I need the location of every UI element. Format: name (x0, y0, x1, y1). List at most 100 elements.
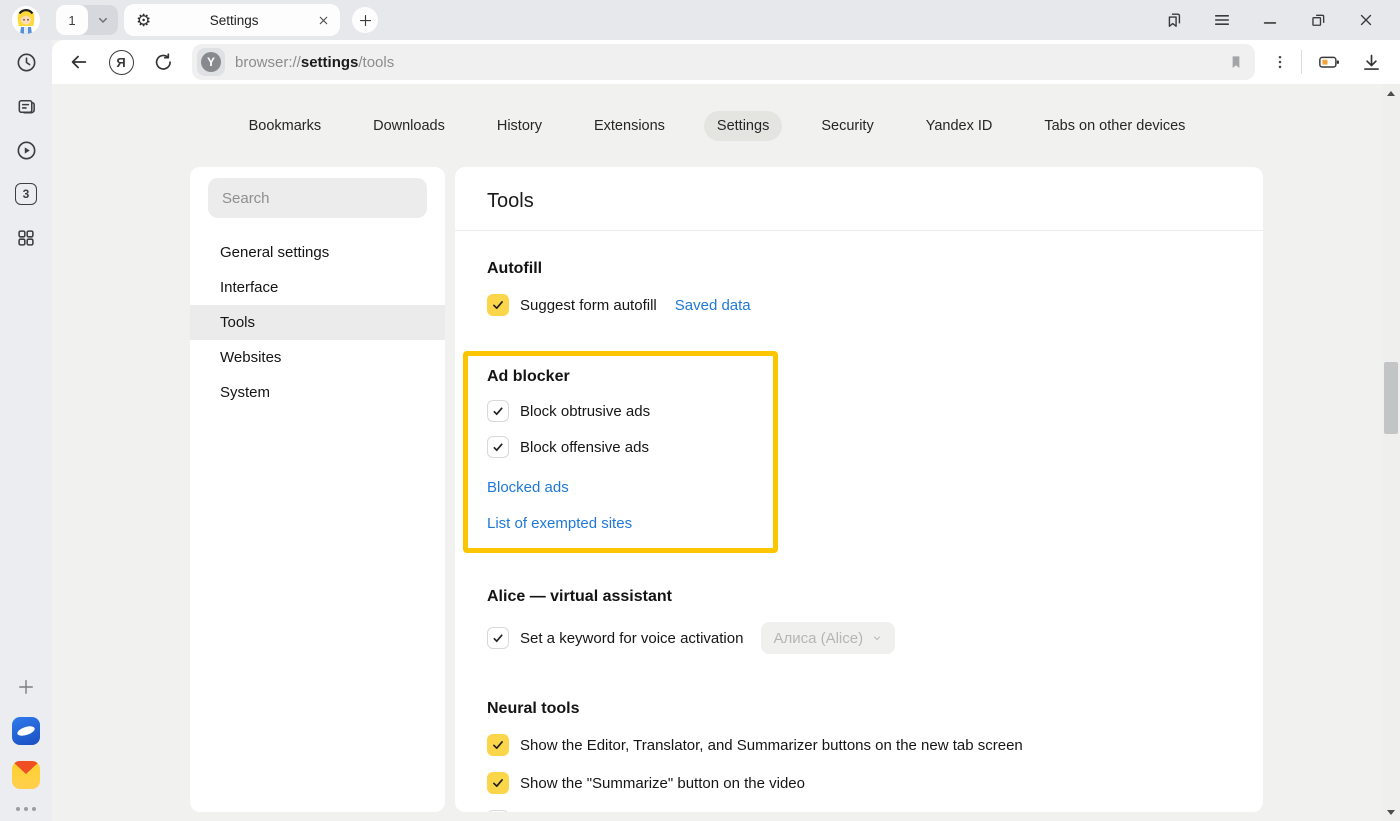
checkbox-label: Block offensive ads (520, 439, 649, 456)
checkbox-label: Suggest form autofill (520, 297, 657, 314)
page-scrollbar[interactable] (1382, 84, 1400, 821)
new-tab-button[interactable] (352, 7, 378, 33)
scroll-up-arrow[interactable] (1382, 86, 1400, 100)
ad-blocker-row: Block obtrusive ads (487, 400, 759, 422)
alice-keyword-dropdown[interactable]: Алиса (Alice) (761, 622, 895, 654)
sidebar-item-system[interactable]: System (190, 375, 445, 410)
sidebar-rail: 3 (0, 40, 52, 821)
restore-icon (1309, 11, 1328, 30)
checkbox-block-obtrusive-ads[interactable] (487, 400, 509, 422)
protect-badge[interactable]: Y (197, 48, 225, 76)
sidebar-item-interface[interactable]: Interface (190, 270, 445, 305)
yandex-ya-icon: Я (109, 50, 134, 75)
browser-toolbar: Я Y browser://settings/tools (52, 40, 1400, 84)
titlebar-controls (1150, 0, 1390, 40)
nav-tab-bookmarks[interactable]: Bookmarks (236, 111, 335, 141)
nav-tab-downloads[interactable]: Downloads (360, 111, 458, 141)
download-icon (1361, 52, 1382, 73)
sidebar-item-tools[interactable]: Tools (190, 305, 445, 340)
ad-blocker-row: Block offensive ads (487, 436, 759, 458)
nav-tab-other-devices[interactable]: Tabs on other devices (1031, 111, 1198, 141)
close-icon (317, 14, 330, 27)
blocked-ads-link[interactable]: Blocked ads (487, 479, 759, 496)
apps-grid-icon (15, 227, 37, 249)
checkbox-show-neural-buttons[interactable] (487, 734, 509, 756)
sidebar-item-websites[interactable]: Websites (190, 340, 445, 375)
check-icon (491, 738, 505, 752)
nav-tab-security[interactable]: Security (808, 111, 886, 141)
chevron-down-icon (871, 632, 883, 644)
settings-top-nav: Bookmarks Downloads History Extensions S… (52, 84, 1400, 167)
autofill-row: Suggest form autofill Saved data (487, 294, 1231, 316)
back-arrow-icon (68, 51, 90, 73)
url-suffix: /tools (358, 54, 394, 71)
toolbar-more-button[interactable] (1265, 44, 1295, 80)
feed-rail-button[interactable] (0, 84, 52, 128)
neural-row: Show the "Summarize" button on the video (487, 772, 1231, 794)
rail-more-button[interactable] (16, 797, 36, 819)
reload-button[interactable] (142, 44, 184, 80)
tab-group-expand[interactable] (88, 12, 118, 28)
tab-close-button[interactable] (317, 14, 330, 27)
check-icon (491, 404, 505, 418)
close-icon (1357, 11, 1375, 29)
mail-app-button[interactable] (0, 753, 52, 797)
pages-icon (15, 95, 38, 118)
nav-tab-extensions[interactable]: Extensions (581, 111, 678, 141)
tab-count-badge: 3 (15, 183, 37, 205)
check-icon (491, 776, 505, 790)
sidebar-item-general-settings[interactable]: General settings (190, 235, 445, 270)
media-rail-button[interactable] (0, 128, 52, 172)
back-button[interactable] (58, 44, 100, 80)
address-bar[interactable]: Y browser://settings/tools (192, 44, 1255, 80)
sidebar-item-label: System (220, 384, 270, 401)
downloads-button[interactable] (1350, 44, 1392, 80)
nav-tab-settings[interactable]: Settings (704, 111, 782, 141)
checkbox-block-offensive-ads[interactable] (487, 436, 509, 458)
services-rail-button[interactable] (0, 216, 52, 260)
checkbox-show-summarize-video[interactable] (487, 772, 509, 794)
checkbox-voice-activation-keyword[interactable] (487, 627, 509, 649)
nav-tab-history[interactable]: History (484, 111, 555, 141)
url-prefix: browser:// (235, 54, 301, 71)
close-window-button[interactable] (1342, 0, 1390, 40)
scrollbar-thumb[interactable] (1384, 362, 1398, 434)
profile-avatar[interactable] (12, 6, 40, 34)
check-icon (491, 298, 505, 312)
autofill-heading: Autofill (487, 260, 1231, 278)
yandex-disk-icon (12, 717, 40, 745)
history-rail-button[interactable] (0, 40, 52, 84)
add-panel-button[interactable] (0, 665, 52, 709)
search-input[interactable] (208, 178, 427, 218)
exempted-sites-link[interactable]: List of exempted sites (487, 515, 759, 532)
browser-menu-button[interactable] (1198, 0, 1246, 40)
sidebar-item-label: Interface (220, 279, 278, 296)
battery-saver-button[interactable] (1308, 44, 1350, 80)
checkbox-label: Block obtrusive ads (520, 403, 650, 420)
dropdown-value: Алиса (Alice) (773, 630, 863, 647)
neural-row: Show the Edit button when text is select… (487, 810, 1231, 812)
neural-tools-heading: Neural tools (487, 700, 1231, 718)
toolbar-divider (1301, 50, 1302, 74)
tab-group-count[interactable]: 1 (56, 5, 88, 35)
minimize-button[interactable] (1246, 0, 1294, 40)
yandex-home-button[interactable]: Я (100, 44, 142, 80)
saved-data-link[interactable]: Saved data (675, 297, 751, 314)
settings-nav-list: General settings Interface Tools Website… (190, 235, 445, 410)
checkbox-suggest-form-autofill[interactable] (487, 294, 509, 316)
disk-app-button[interactable] (0, 709, 52, 753)
checkbox-show-edit-button[interactable] (487, 810, 509, 812)
bookmark-flag-icon[interactable] (1227, 53, 1245, 71)
nav-tab-yandex-id[interactable]: Yandex ID (913, 111, 1006, 141)
settings-nav-card: General settings Interface Tools Website… (190, 167, 445, 812)
chevron-down-icon (95, 12, 111, 28)
side-panel-button[interactable] (1150, 0, 1198, 40)
ad-blocker-highlight: Ad blocker Block obtrusive ads Block off… (463, 351, 778, 553)
tabs-rail-button[interactable]: 3 (0, 172, 52, 216)
restore-button[interactable] (1294, 0, 1342, 40)
scroll-down-arrow[interactable] (1382, 805, 1400, 819)
active-tab[interactable]: ⚙ Settings (124, 4, 340, 36)
checkbox-label: Set a keyword for voice activation (520, 630, 743, 647)
alice-avatar-icon (12, 6, 40, 34)
tab-title: Settings (151, 13, 317, 28)
